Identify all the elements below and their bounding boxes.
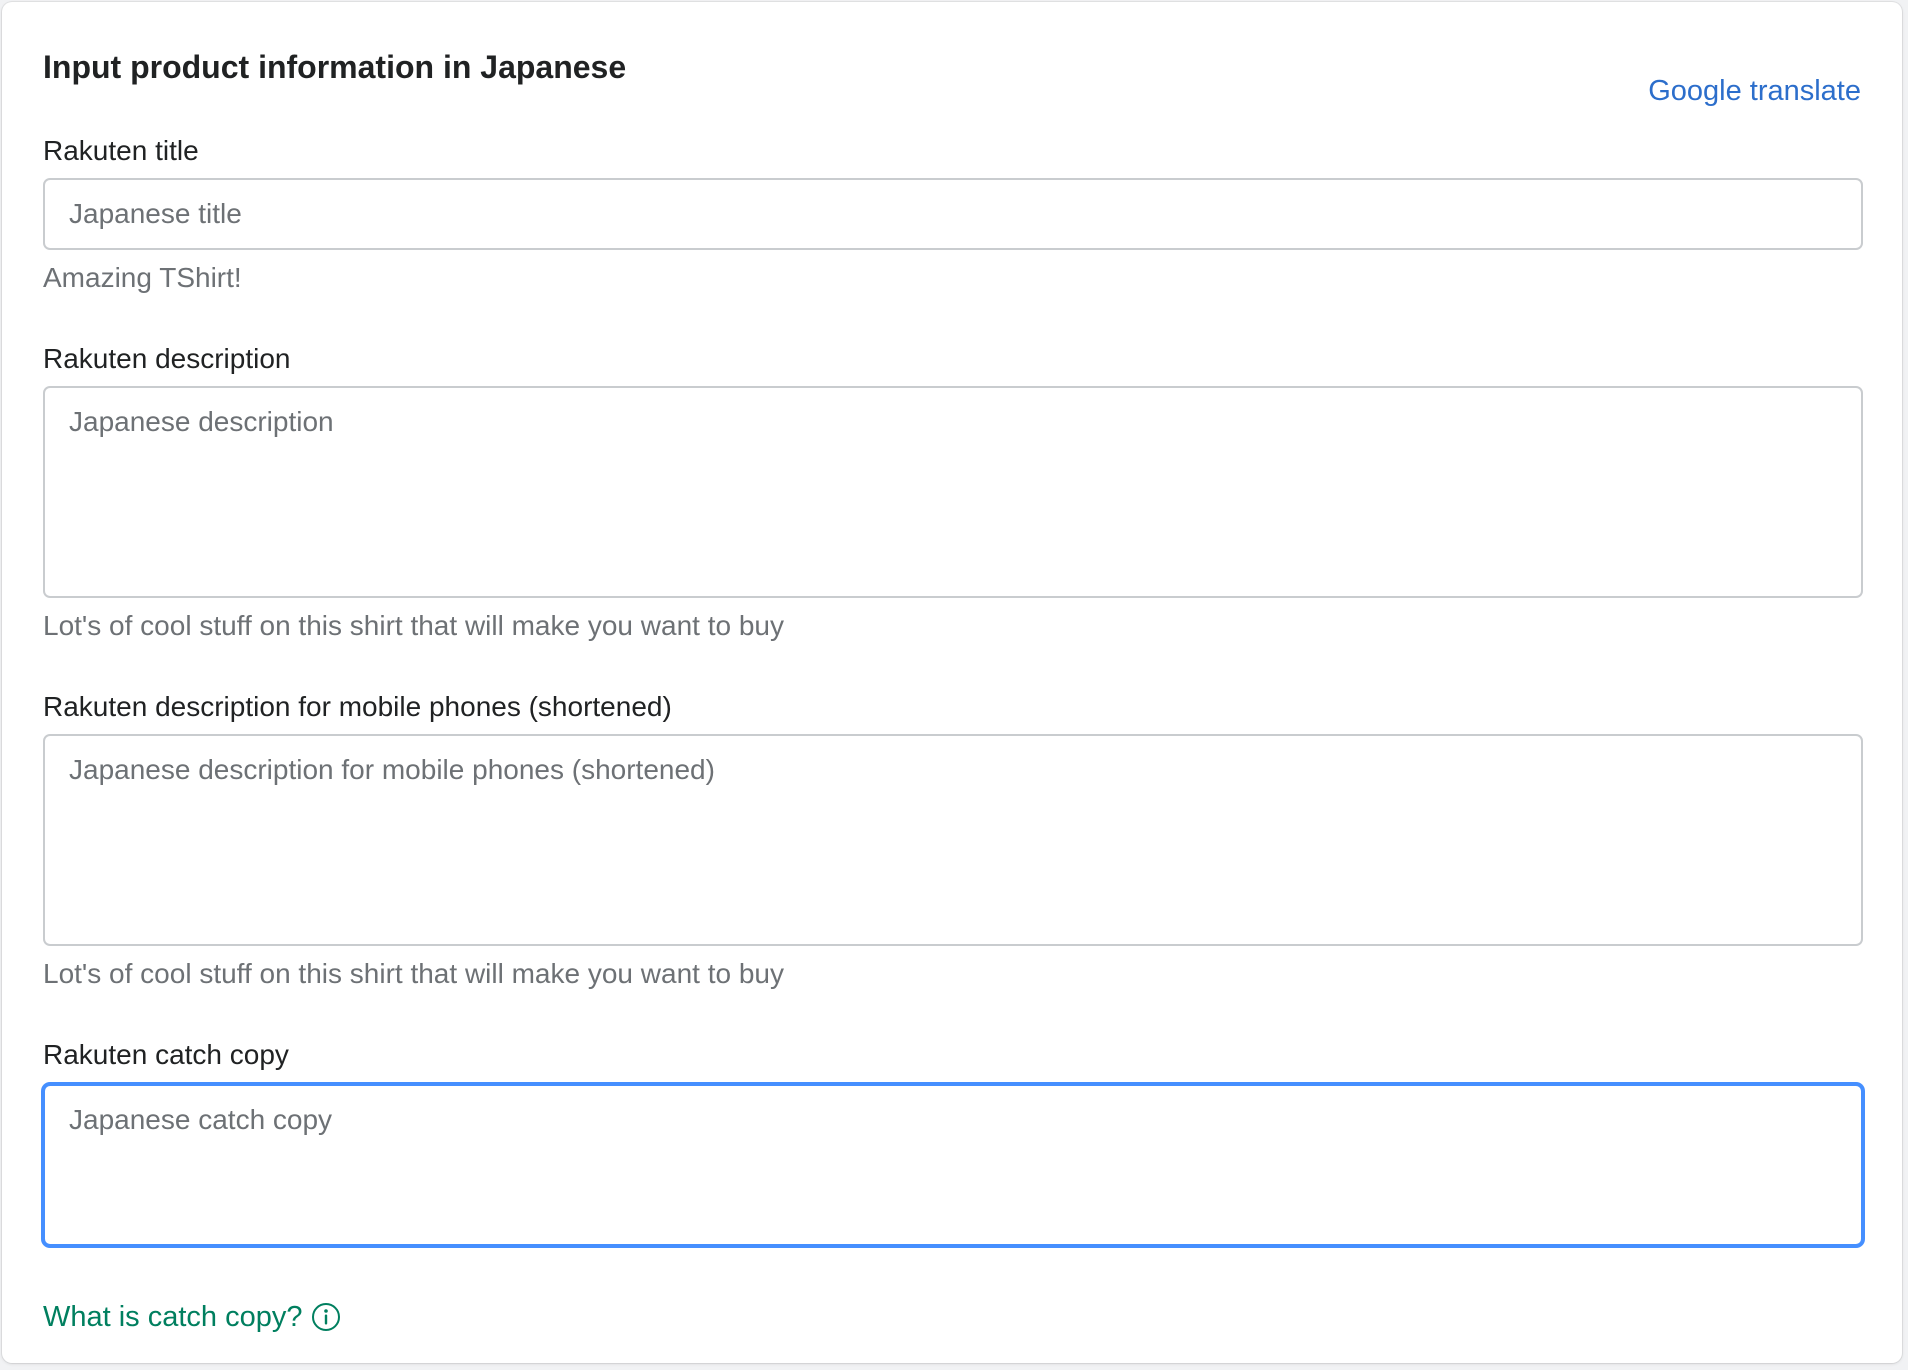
rakuten-catch-copy-textarea[interactable] — [43, 1084, 1863, 1246]
card-title: Input product information in Japanese — [43, 49, 627, 85]
rakuten-mobile-description-label: Rakuten description for mobile phones (s… — [43, 691, 672, 722]
product-info-card: Input product information in Japanese Go… — [2, 2, 1902, 1363]
rakuten-title-input[interactable] — [43, 178, 1863, 250]
info-circle-icon[interactable] — [311, 1302, 341, 1332]
rakuten-mobile-description-help: Lot's of cool stuff on this shirt that w… — [43, 958, 784, 989]
rakuten-description-textarea[interactable] — [43, 386, 1863, 598]
what-is-catch-copy-label: What is catch copy? — [43, 1301, 303, 1333]
rakuten-title-label: Rakuten title — [43, 135, 199, 166]
rakuten-description-help: Lot's of cool stuff on this shirt that w… — [43, 610, 784, 641]
rakuten-description-label: Rakuten description — [43, 343, 291, 374]
google-translate-link[interactable]: Google translate — [1648, 71, 1861, 111]
rakuten-mobile-description-textarea[interactable] — [43, 734, 1863, 946]
rakuten-catch-copy-label: Rakuten catch copy — [43, 1039, 289, 1070]
what-is-catch-copy-link[interactable]: What is catch copy? — [43, 1297, 341, 1337]
rakuten-title-help: Amazing TShirt! — [43, 262, 242, 293]
